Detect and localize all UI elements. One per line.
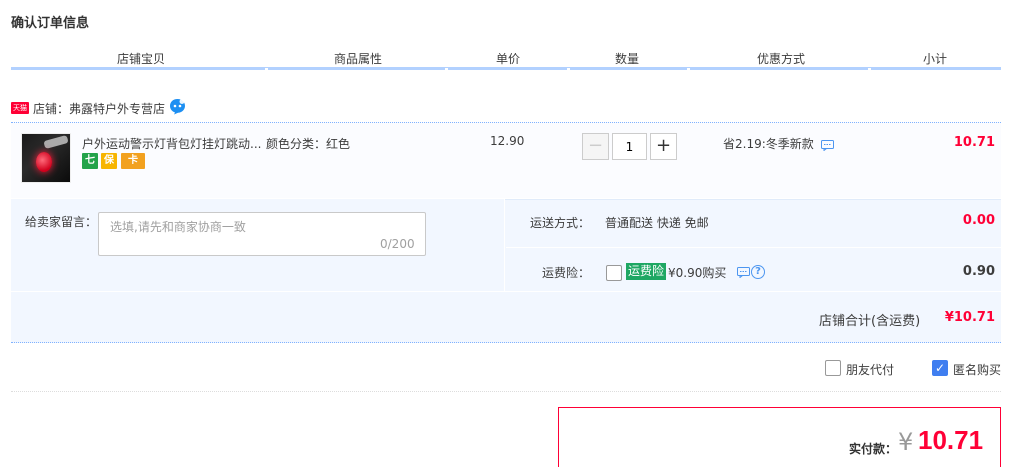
column-header-discount: 优惠方式 [756,52,805,66]
shipping-insurance-badge: 运费险 [626,263,667,280]
friend-pay-checkbox[interactable] [825,360,841,376]
divider [506,247,1001,248]
table-header: 店铺宝贝 商品属性 单价 数量 优惠方式 小计 [11,48,1001,71]
shipping-insurance-price: ¥0.90购买 [668,266,727,280]
service-card-payment-icon[interactable]: 卡 [121,153,145,169]
seller-message-label: 给卖家留言： [25,215,98,229]
help-icon[interactable]: ? [751,265,765,279]
service-guarantee-icon[interactable]: 保 [101,153,117,169]
discount-promo: 省2.19:冬季新款 [723,137,814,151]
insurance-message-icon[interactable] [737,267,750,278]
item-subtotal: 10.71 [953,135,995,150]
shipping-method-label: 运送方式： [530,216,591,230]
friend-pay-label[interactable]: 朋友代付 [846,361,894,378]
currency-symbol: ¥ [898,428,914,456]
item-thumbnail[interactable] [21,133,71,183]
shipping-insurance-checkbox[interactable] [606,265,622,281]
item-unit-price: 12.90 [490,134,525,148]
actual-payment-amount: 10.71 [918,425,984,455]
quantity-input[interactable] [612,133,647,160]
column-header-attributes: 商品属性 [333,52,382,66]
column-header-unit-price: 单价 [495,52,520,66]
seller-message-counter: 0/200 [380,237,415,251]
shipping-fee: 0.00 [962,213,995,228]
column-header-shop-item: 店铺宝贝 [116,52,165,66]
shop-total-value: ¥10.71 [944,310,995,325]
item-title-link[interactable]: 户外运动警示灯背包灯挂灯跳动... [82,135,262,152]
column-header-quantity: 数量 [614,52,639,66]
divider [11,391,1001,392]
shipping-insurance-label: 运费险： [542,266,591,280]
shop-total-label: 店铺合计(含运费) [819,314,921,329]
promo-message-icon[interactable] [821,140,834,151]
page-title: 确认订单信息 [11,16,90,31]
tmall-badge: 天猫 [11,102,29,114]
column-header-subtotal: 小计 [922,52,947,66]
quantity-increase-button[interactable]: + [650,133,677,160]
shop-name-link[interactable]: 店铺：弗露特户外专营店 [33,100,165,117]
shipping-method-value: 普通配送 快递 免邮 [605,216,709,230]
quantity-decrease-button[interactable]: − [582,133,609,160]
actual-payment-label: 实付款： [849,442,898,456]
anonymous-purchase-label[interactable]: 匿名购买 [953,361,1001,378]
service-7day-return-icon[interactable]: 七 [82,153,98,169]
anonymous-purchase-checkbox[interactable]: ✓ [932,360,948,376]
seller-message-placeholder: 选填,请先和商家协商一致 [110,220,246,234]
item-sku: 颜色分类：红色 [266,137,351,151]
shipping-insurance-fee: 0.90 [962,264,995,279]
wangwang-chat-icon[interactable] [169,98,186,115]
